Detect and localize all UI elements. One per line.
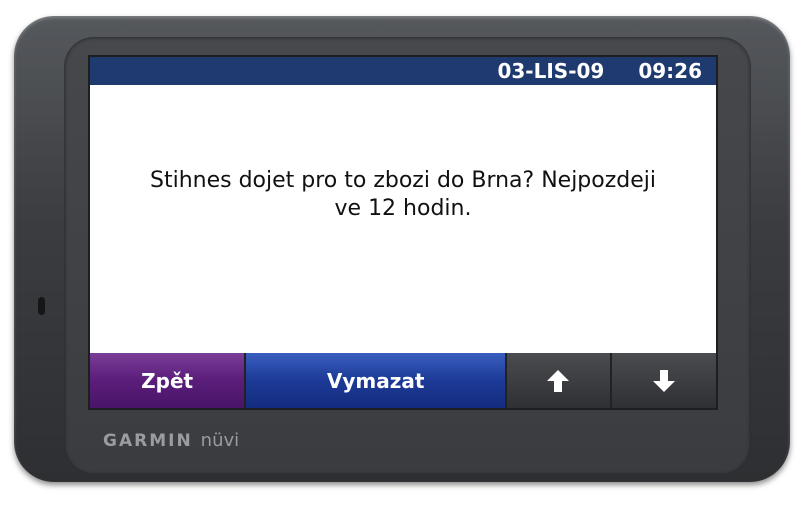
date-display: 03-LIS-09: [497, 59, 605, 83]
model-name: nüvi: [200, 430, 240, 451]
message-text: Stihnes dojet pro to zbozi do Brna? Nejp…: [90, 167, 716, 223]
message-line-2: ve 12 hodin.: [334, 196, 472, 221]
brand-name: GARMIN: [103, 431, 193, 451]
arrow-down-icon: [652, 369, 675, 392]
button-bar: Zpět Vymazat: [90, 353, 716, 408]
status-led: [38, 297, 45, 315]
arrow-up-icon: [547, 369, 570, 392]
garmin-logo: GARMIN nüvi: [103, 430, 239, 451]
time-display: 09:26: [638, 59, 702, 83]
scroll-down-button[interactable]: [611, 353, 716, 408]
scroll-up-button[interactable]: [507, 353, 612, 408]
clear-button[interactable]: Vymazat: [246, 353, 507, 408]
message-line-1: Stihnes dojet pro to zbozi do Brna? Nejp…: [149, 168, 657, 193]
back-button[interactable]: Zpět: [90, 353, 247, 408]
status-bar: 03-LIS-09 09:26: [90, 57, 716, 85]
gps-screen: 03-LIS-09 09:26 Stihnes dojet pro to zbo…: [88, 55, 718, 410]
